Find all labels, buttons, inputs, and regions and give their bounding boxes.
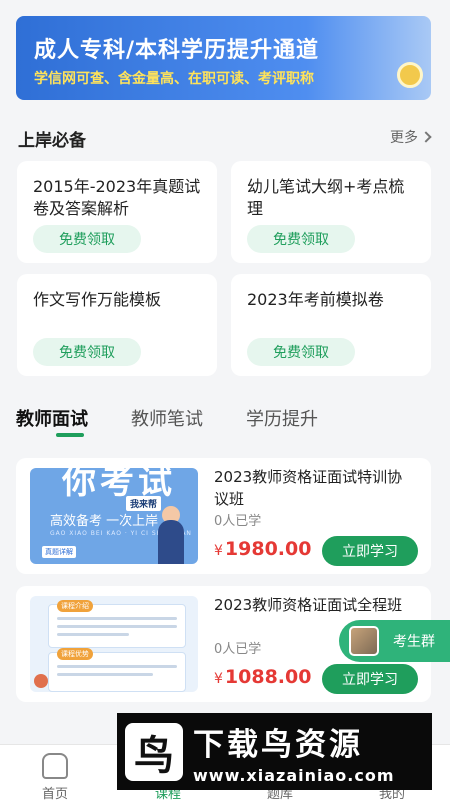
tab-teacher-written[interactable]: 教师笔试 xyxy=(131,405,203,431)
course-thumbnail: 你考试 我来帮 高效备考 一次上岸 GAO XIAO BEI KAO · YI … xyxy=(30,468,198,564)
more-link[interactable]: 更多 xyxy=(390,127,432,147)
student-group-button[interactable]: 考生群 xyxy=(339,620,450,662)
thumb-tag: 课程优势 xyxy=(57,648,93,660)
thumb-slogan: 高效备考 一次上岸 xyxy=(50,514,159,529)
chevron-right-icon xyxy=(420,131,432,143)
section-title: 上岸必备 xyxy=(18,131,86,151)
price-value: 1088.00 xyxy=(224,666,312,688)
section-header: 上岸必备 更多 xyxy=(18,126,432,151)
resource-card[interactable]: 幼儿笔试大纲+考点梳理 免费领取 xyxy=(231,161,431,263)
banner-subtitle: 学信网可查、含金量高、在职可读、考评职称 xyxy=(34,71,314,87)
claim-free-button[interactable]: 免费领取 xyxy=(33,225,141,253)
thumb-intro-box: 课程介绍 xyxy=(48,600,186,648)
nav-label: 首页 xyxy=(41,787,68,800)
site-watermark: 鸟 下载鸟资源 www.xiazainiao.com xyxy=(117,713,432,790)
watermark-url: www.xiazainiao.com xyxy=(193,765,395,785)
watermark-logo-icon: 鸟 xyxy=(125,722,183,781)
claim-free-button[interactable]: 免费领取 xyxy=(33,338,141,366)
banner-decoration xyxy=(397,62,423,88)
thumb-chip: 我来帮 xyxy=(126,496,162,511)
category-tabs: 教师面试 教师笔试 学历提升 xyxy=(16,405,436,441)
course-name: 2023教师资格证面试特训协议班 xyxy=(214,468,403,508)
promo-banner[interactable]: 成人专科/本科学历提升通道 学信网可查、含金量高、在职可读、考评职称 xyxy=(16,16,431,100)
start-learning-button[interactable]: 立即学习 xyxy=(322,536,418,566)
group-avatar xyxy=(349,626,379,656)
learner-count: 0人已学 xyxy=(214,642,262,657)
resource-card[interactable]: 作文写作万能模板 免费领取 xyxy=(17,274,217,376)
price-value: 1980.00 xyxy=(224,538,312,560)
course-price: ¥1088.00 xyxy=(214,666,311,688)
more-label: 更多 xyxy=(390,130,418,146)
course-name: 2023教师资格证面试全程班 xyxy=(214,596,403,614)
card-title: 作文写作万能模板 xyxy=(33,290,162,309)
watermark-logo-glyph: 鸟 xyxy=(134,732,174,779)
learner-count: 0人已学 xyxy=(214,514,262,529)
watermark-text: 下载鸟资源 xyxy=(193,726,363,763)
globe-icon xyxy=(34,674,48,688)
thumb-tag: 课程介绍 xyxy=(57,600,93,612)
resource-card[interactable]: 2023年考前模拟卷 免费领取 xyxy=(231,274,431,376)
currency-symbol: ¥ xyxy=(214,671,223,687)
claim-free-button[interactable]: 免费领取 xyxy=(247,225,355,253)
currency-symbol: ¥ xyxy=(214,543,223,559)
course-card[interactable]: 你考试 我来帮 高效备考 一次上岸 GAO XIAO BEI KAO · YI … xyxy=(16,458,431,574)
claim-free-button[interactable]: 免费领取 xyxy=(247,338,355,366)
nav-home[interactable]: 首页 xyxy=(15,751,95,800)
card-title: 幼儿笔试大纲+考点梳理 xyxy=(247,177,405,218)
thumb-advantage-box: 课程优势 xyxy=(48,648,186,692)
card-title: 2023年考前模拟卷 xyxy=(247,290,384,309)
card-title: 2015年-2023年真题试卷及答案解析 xyxy=(33,177,201,218)
start-learning-button[interactable]: 立即学习 xyxy=(322,664,418,694)
tab-teacher-interview[interactable]: 教师面试 xyxy=(16,405,88,431)
person-illustration xyxy=(158,520,184,564)
student-group-label: 考生群 xyxy=(393,634,435,650)
active-tab-indicator xyxy=(56,433,84,437)
tab-degree-upgrade[interactable]: 学历提升 xyxy=(246,405,318,431)
course-price: ¥1980.00 xyxy=(214,538,311,560)
resource-card[interactable]: 2015年-2023年真题试卷及答案解析 免费领取 xyxy=(17,161,217,263)
banner-title: 成人专科/本科学历提升通道 xyxy=(34,38,320,63)
home-icon xyxy=(42,753,68,779)
course-thumbnail: 课程介绍 课程优势 xyxy=(30,596,198,692)
thumb-tag: 真题详解 xyxy=(42,546,76,558)
